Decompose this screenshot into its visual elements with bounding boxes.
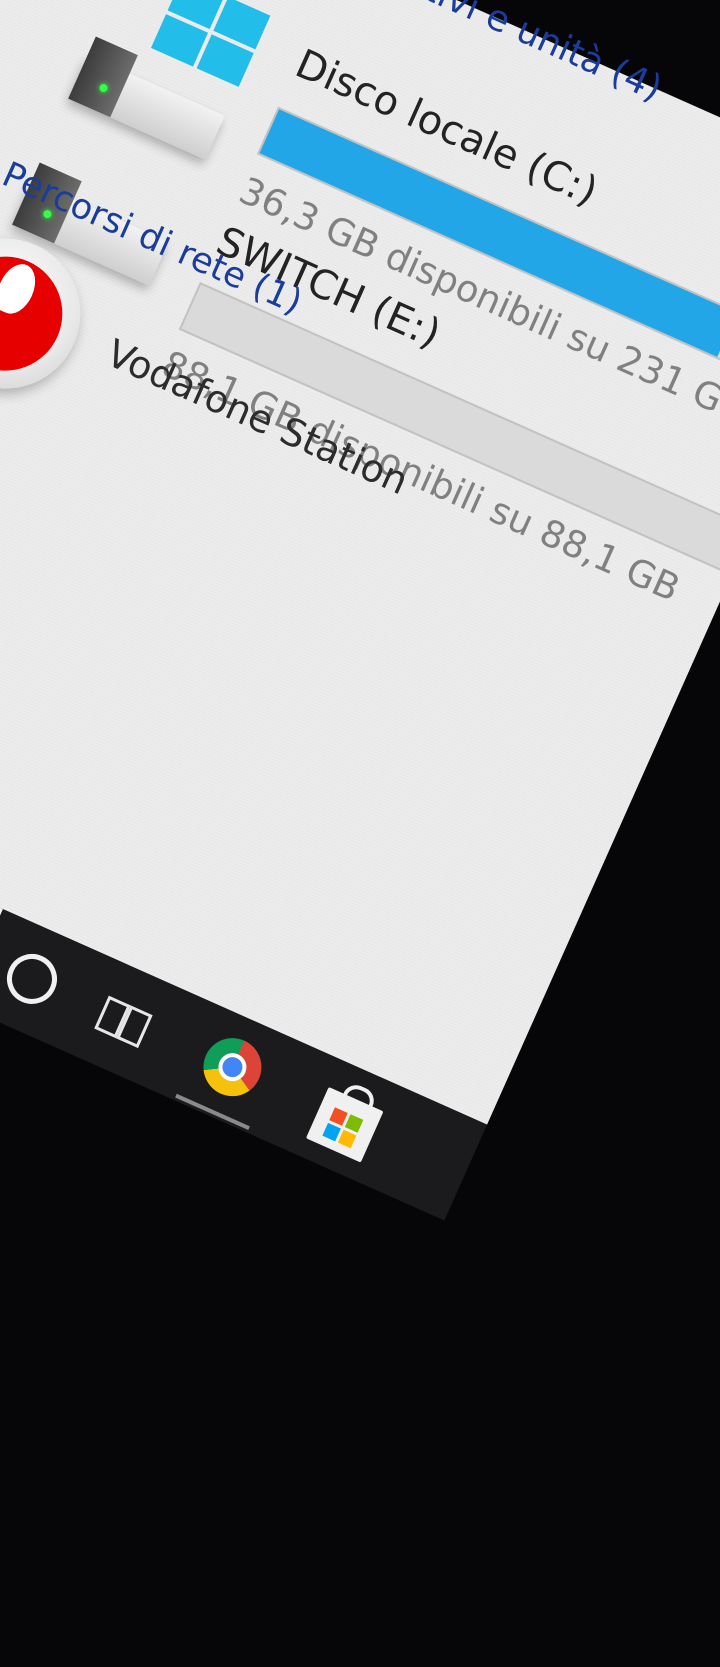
cortana-icon[interactable] — [0, 945, 65, 1012]
task-view-icon[interactable] — [91, 989, 155, 1051]
store-icon[interactable] — [305, 1080, 384, 1163]
drive-c[interactable]: Disco locale (C:) 36,3 GB disponibili su… — [0, 0, 720, 421]
windows-logo-icon — [150, 0, 271, 87]
chrome-icon[interactable] — [194, 1028, 271, 1106]
drive-e-usage-fill — [181, 284, 201, 329]
screen: ispositivi e unità (4) Disco locale (C:)… — [0, 0, 720, 1667]
